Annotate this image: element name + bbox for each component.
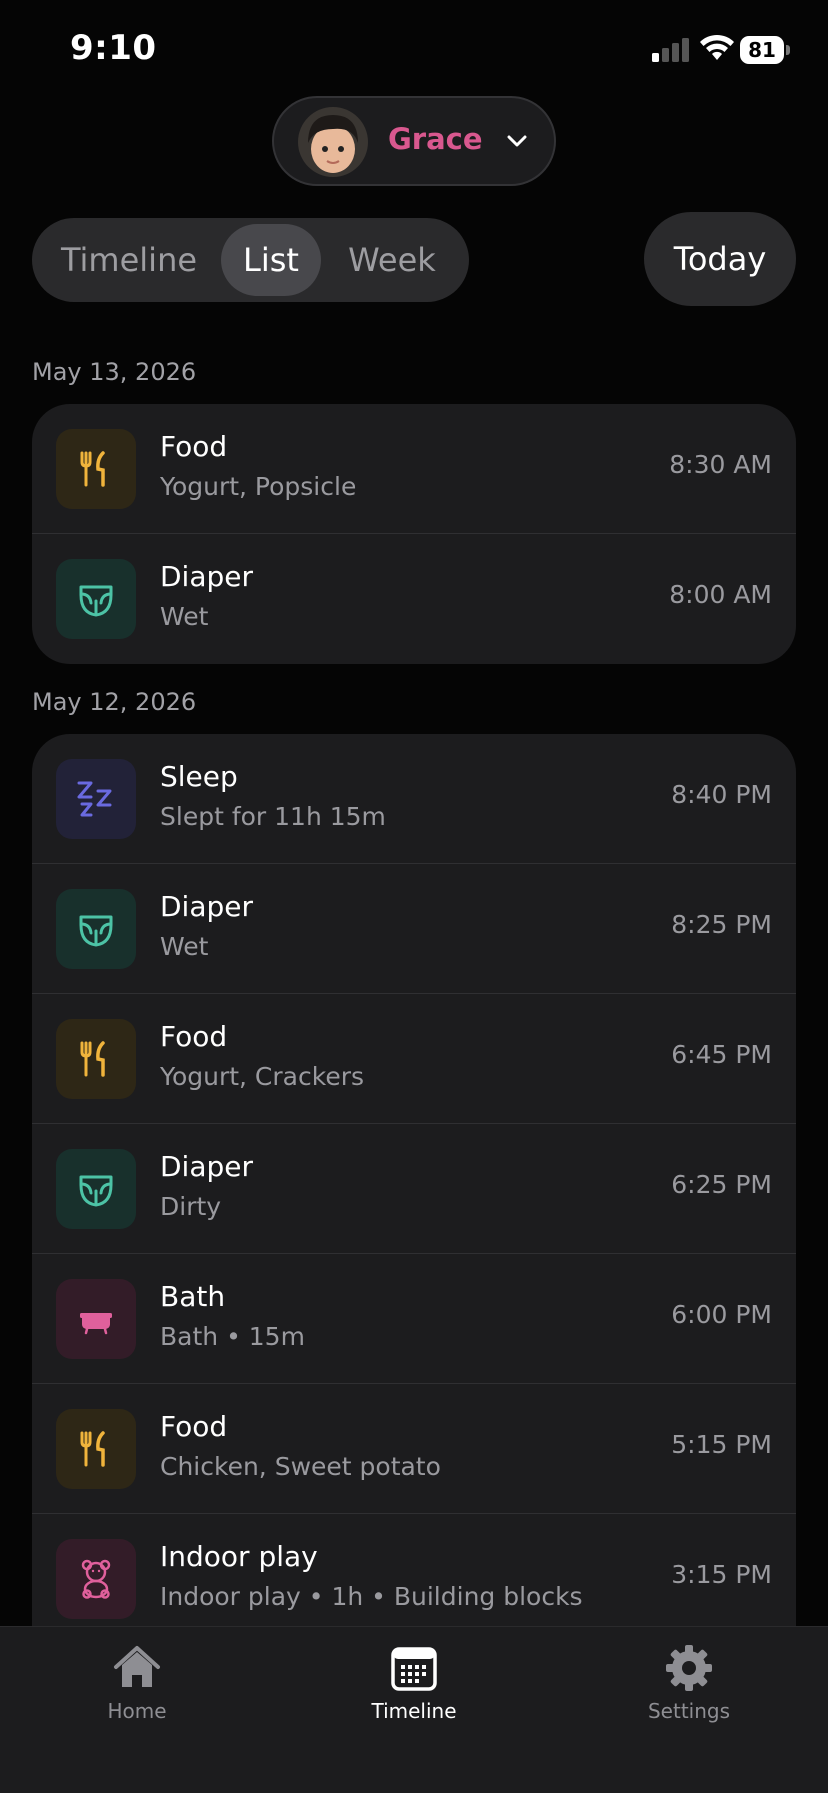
status-bar: 9:10 81 <box>0 0 828 100</box>
entries-card: Food Yogurt, Popsicle 8:30 AM Diaper Wet… <box>32 404 796 664</box>
tab-label: Home <box>107 1699 167 1723</box>
list-item[interactable]: Diaper Wet 8:25 PM <box>32 864 796 994</box>
entry-details: Bath • 15m <box>160 1322 305 1351</box>
entry-time: 8:30 AM <box>669 450 772 479</box>
avatar <box>298 107 368 177</box>
entry-details: Chicken, Sweet potato <box>160 1452 441 1481</box>
list-item[interactable]: Diaper Wet 8:00 AM <box>32 534 796 664</box>
status-time: 9:10 <box>70 28 157 68</box>
list-item[interactable]: Food Yogurt, Popsicle 8:30 AM <box>32 404 796 534</box>
gear-icon <box>666 1645 712 1691</box>
date-header: May 12, 2026 <box>32 688 197 716</box>
entry-title: Food <box>160 1020 228 1053</box>
entry-title: Sleep <box>160 760 238 793</box>
signal-icon <box>652 38 689 62</box>
fork-knife-icon <box>80 451 105 487</box>
tab-week[interactable]: Week <box>337 218 447 302</box>
entries-card: Sleep Slept for 11h 15m 8:40 PM Diaper W… <box>32 734 796 1626</box>
calendar-icon <box>391 1647 437 1691</box>
entry-details: Wet <box>160 602 209 631</box>
tab-timeline[interactable]: Timeline <box>54 218 204 302</box>
entry-details: Yogurt, Crackers <box>160 1062 365 1091</box>
entry-details: Wet <box>160 932 209 961</box>
entry-time: 8:40 PM <box>671 780 772 809</box>
tab-timeline[interactable]: Timeline <box>334 1643 494 1733</box>
wifi-icon <box>700 34 734 60</box>
battery-level: 81 <box>740 36 784 64</box>
fork-knife-icon <box>80 1431 105 1467</box>
bottom-tab-bar: Home Timeline Settings <box>0 1626 828 1793</box>
diaper-icon <box>79 1175 113 1207</box>
list-item[interactable]: Food Yogurt, Crackers 6:45 PM <box>32 994 796 1124</box>
today-button[interactable]: Today <box>644 212 796 306</box>
entry-details: Slept for 11h 15m <box>160 802 386 831</box>
home-icon <box>114 1646 160 1687</box>
bathtub-icon <box>80 1313 112 1335</box>
list-item[interactable]: Sleep Slept for 11h 15m 8:40 PM <box>32 734 796 864</box>
entry-title: Diaper <box>160 560 254 593</box>
entry-details: Yogurt, Popsicle <box>160 472 357 501</box>
entry-title: Bath <box>160 1280 226 1313</box>
diaper-icon <box>79 915 113 947</box>
entry-title: Indoor play <box>160 1540 318 1573</box>
entry-time: 6:45 PM <box>671 1040 772 1069</box>
child-selector[interactable]: Grace <box>272 96 556 186</box>
view-segmented-control: Timeline List Week <box>32 218 469 302</box>
child-name: Grace <box>388 122 483 156</box>
list-item[interactable]: Bath Bath • 15m 6:00 PM <box>32 1254 796 1384</box>
list-item[interactable]: Food Chicken, Sweet potato 5:15 PM <box>32 1384 796 1514</box>
battery-icon: 81 <box>740 36 790 64</box>
diaper-icon <box>79 585 113 617</box>
entry-details: Indoor play • 1h • Building blocks <box>160 1582 583 1611</box>
tab-settings[interactable]: Settings <box>609 1643 769 1733</box>
entry-title: Food <box>160 430 228 463</box>
tab-label: Timeline <box>371 1699 457 1723</box>
entry-time: 8:00 AM <box>669 580 772 609</box>
entry-time: 6:25 PM <box>671 1170 772 1199</box>
tab-home[interactable]: Home <box>57 1643 217 1733</box>
teddy-bear-icon <box>81 1559 111 1599</box>
tab-list[interactable]: List <box>221 218 321 302</box>
date-header: May 13, 2026 <box>32 358 197 386</box>
entry-time: 6:00 PM <box>671 1300 772 1329</box>
tab-label: Settings <box>647 1699 731 1723</box>
zzz-icon <box>77 781 112 817</box>
entry-details: Dirty <box>160 1192 222 1221</box>
entry-time: 5:15 PM <box>671 1430 772 1459</box>
entry-title: Food <box>160 1410 228 1443</box>
chevron-down-icon <box>507 135 527 147</box>
entry-time: 8:25 PM <box>671 910 772 939</box>
entry-title: Diaper <box>160 890 254 923</box>
entry-title: Diaper <box>160 1150 254 1183</box>
list-item[interactable]: Indoor play Indoor play • 1h • Building … <box>32 1514 796 1626</box>
fork-knife-icon <box>80 1041 105 1077</box>
list-item[interactable]: Diaper Dirty 6:25 PM <box>32 1124 796 1254</box>
entry-time: 3:15 PM <box>671 1560 772 1589</box>
